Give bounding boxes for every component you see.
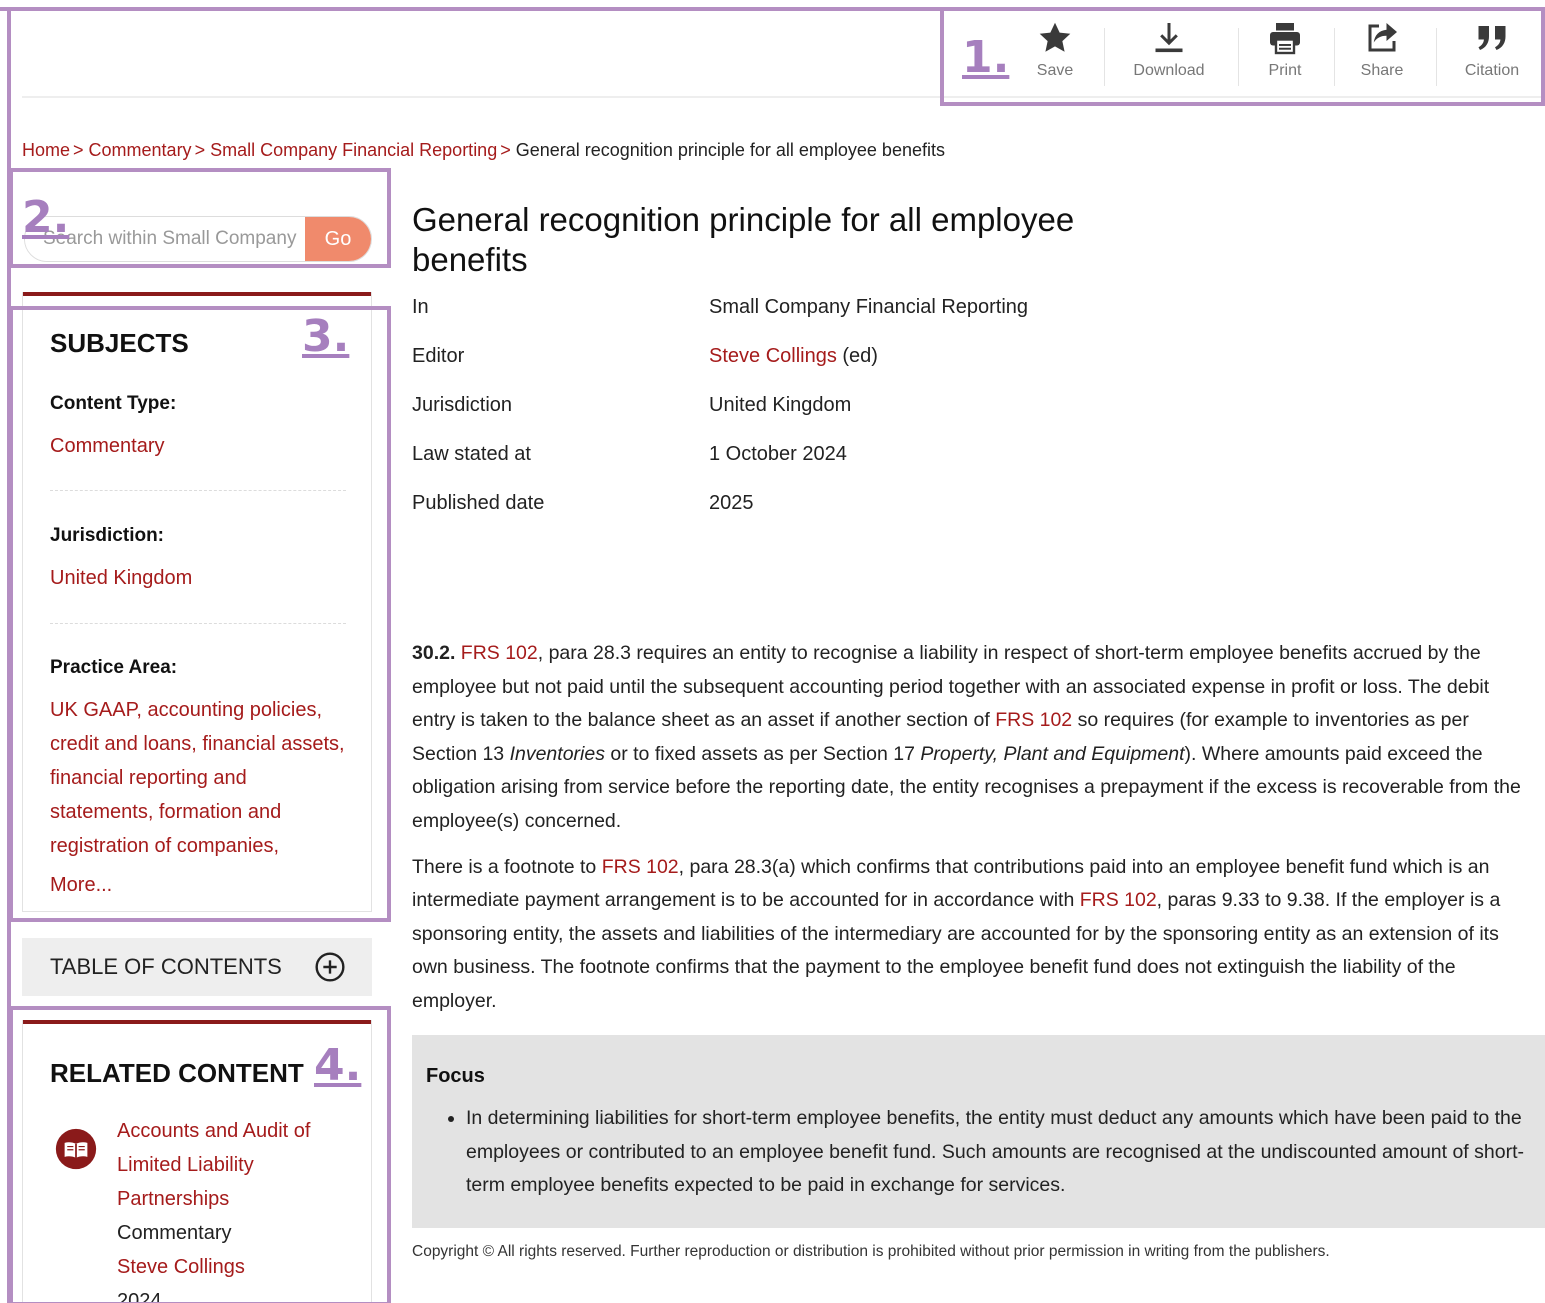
meta-label-editor: Editor (412, 345, 465, 367)
focus-title: Focus (426, 1065, 485, 1087)
focus-box: Focus In determining liabilities for sho… (412, 1035, 1545, 1228)
editor-link[interactable]: Steve Collings (709, 345, 837, 367)
frs-102-link[interactable]: FRS 102 (461, 642, 538, 664)
focus-bullet: In determining liabilities for short-ter… (466, 1102, 1527, 1203)
meta-value-law-stated: 1 October 2024 (709, 443, 847, 465)
breadcrumb-current: General recognition principle for all em… (515, 140, 945, 160)
meta-value-editor: Steve Collings (ed) (709, 345, 878, 368)
breadcrumb-commentary[interactable]: Commentary (89, 140, 192, 160)
paragraph-number: 30.2. (412, 642, 456, 664)
annotation-box-subjects (9, 306, 391, 922)
annotation-box-toolbar (940, 7, 1545, 106)
annotation-number: 4. (314, 1040, 362, 1091)
breadcrumb-home[interactable]: Home (22, 140, 70, 160)
editor-suffix: (ed) (836, 345, 878, 367)
meta-value-published: 2025 (709, 492, 754, 514)
toc-label: TABLE OF CONTENTS (50, 954, 282, 979)
frs-102-link[interactable]: FRS 102 (1080, 889, 1157, 911)
meta-label-law-stated: Law stated at (412, 443, 531, 465)
meta-label-published: Published date (412, 492, 545, 514)
page-title: General recognition principle for all em… (412, 201, 1075, 278)
focus-list: In determining liabilities for short-ter… (466, 1102, 1527, 1203)
table-of-contents-toggle[interactable]: TABLE OF CONTENTS (22, 938, 372, 996)
frs-102-link[interactable]: FRS 102 (602, 856, 679, 878)
annotation-number: 2. (22, 192, 70, 243)
panel-top-rule (23, 292, 371, 296)
meta-value-in[interactable]: Small Company Financial Reporting (709, 296, 1028, 319)
meta-label-jurisdiction: Jurisdiction (412, 394, 513, 416)
breadcrumb: Home > Commentary > Small Company Financial … (22, 140, 945, 160)
frs-102-link[interactable]: FRS 102 (995, 709, 1072, 731)
annotation-number: 1. (962, 32, 1010, 83)
paragraph: There is a footnote to FRS 102, para 28.… (412, 855, 1501, 1012)
copyright-notice: Copyright © All rights reserved. Further… (412, 1243, 1330, 1260)
meta-value-jurisdiction: United Kingdom (709, 394, 852, 416)
document-body: 30.2. FRS 102, para 28.3 requires an ent… (412, 637, 1537, 1031)
breadcrumb-small-company[interactable]: Small Company Financial Reporting (210, 140, 497, 160)
frame-top (0, 7, 941, 11)
frame-left (7, 7, 11, 1303)
annotation-number: 3. (302, 311, 350, 362)
meta-label-in: In (412, 296, 429, 318)
plus-circle-icon (315, 952, 345, 982)
paragraph: 30.2. FRS 102, para 28.3 requires an ent… (412, 642, 1521, 832)
